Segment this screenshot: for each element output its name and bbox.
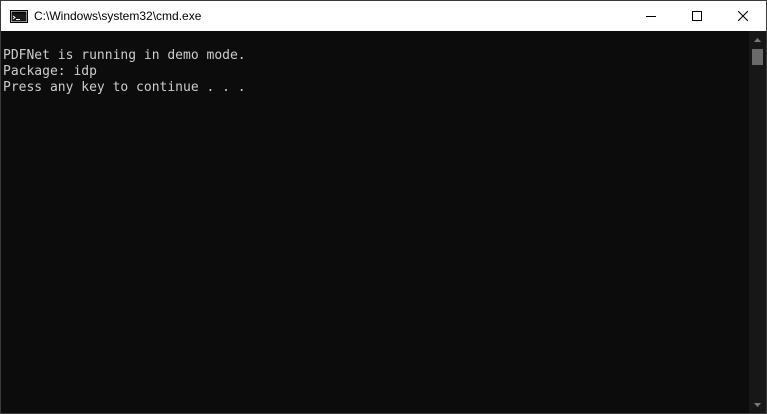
maximize-button[interactable] xyxy=(674,1,720,31)
scroll-up-button[interactable] xyxy=(749,31,766,48)
console-line: Package: idp xyxy=(3,64,97,79)
window-title: C:\Windows\system32\cmd.exe xyxy=(34,9,202,23)
scroll-down-button[interactable] xyxy=(749,396,766,413)
vertical-scrollbar[interactable] xyxy=(749,31,766,413)
console-line: PDFNet is running in demo mode. xyxy=(3,48,246,63)
arrow-down-icon xyxy=(754,402,761,407)
cmd-window: C:\Windows\system32\cmd.exe PDFNet is ru… xyxy=(0,0,767,414)
minimize-button[interactable] xyxy=(628,1,674,31)
close-icon xyxy=(738,11,748,21)
cmd-icon xyxy=(10,9,28,23)
arrow-up-icon xyxy=(754,37,761,42)
console-output[interactable]: PDFNet is running in demo mode. Package:… xyxy=(1,31,749,413)
scroll-thumb[interactable] xyxy=(752,49,763,65)
title-bar[interactable]: C:\Windows\system32\cmd.exe xyxy=(1,1,766,31)
console-lines: PDFNet is running in demo mode. Package:… xyxy=(1,31,749,96)
minimize-icon xyxy=(646,16,656,17)
console-line: Press any key to continue . . . xyxy=(3,80,246,95)
caption-buttons xyxy=(628,1,766,31)
maximize-icon xyxy=(692,11,702,21)
close-button[interactable] xyxy=(720,1,766,31)
